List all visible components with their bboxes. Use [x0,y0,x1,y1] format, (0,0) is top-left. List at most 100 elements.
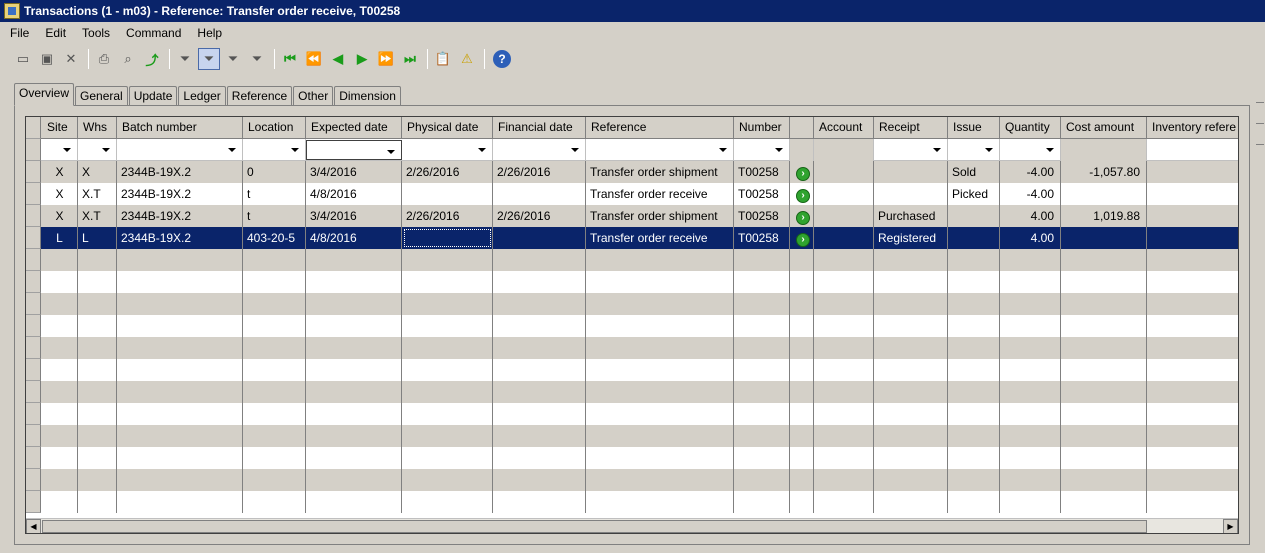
cell-site[interactable] [42,337,78,359]
cell-issue[interactable] [948,359,1000,381]
column-header-number[interactable]: Number [734,117,790,139]
cell-inventory-refere[interactable] [1147,447,1238,469]
cell-physical-date[interactable] [402,227,493,249]
cell-cost-amount[interactable] [1061,447,1147,469]
cell-expected-date[interactable] [306,403,402,425]
cell-site[interactable] [42,315,78,337]
cell-financial-date[interactable] [493,381,586,403]
cell-financial-date[interactable] [493,425,586,447]
cell-cost-amount[interactable] [1061,381,1147,403]
cell-location[interactable] [243,249,306,271]
cell-whs[interactable] [78,359,117,381]
filter-whs[interactable] [78,139,117,161]
cell-physical-date[interactable] [402,359,493,381]
menu-edit[interactable]: Edit [45,26,66,40]
cell-number[interactable] [734,447,790,469]
cell-site[interactable] [42,447,78,469]
cell-location[interactable] [243,425,306,447]
filter-physical-date[interactable] [402,139,493,161]
cell-receipt[interactable] [874,161,948,183]
cell-cost-amount[interactable]: 1,019.88 [1061,205,1147,227]
scroll-left-icon[interactable]: ◀ [26,519,41,533]
cell-goto[interactable] [790,447,814,469]
cell-reference[interactable] [586,337,734,359]
cell-number[interactable] [734,425,790,447]
cell-physical-date[interactable] [402,447,493,469]
row-selector[interactable] [26,315,41,337]
cell-account[interactable] [814,403,874,425]
cell-goto[interactable] [790,271,814,293]
cell-physical-date[interactable] [402,425,493,447]
cell-receipt[interactable] [874,249,948,271]
menu-help[interactable]: Help [197,26,222,40]
column-header-physical-date[interactable]: Physical date [402,117,493,139]
cell-account[interactable] [814,249,874,271]
tab-dimension[interactable]: Dimension [334,86,401,106]
menu-file[interactable]: File [10,26,29,40]
filter-reference[interactable] [586,139,734,161]
cell-reference[interactable]: Transfer order shipment [586,205,734,227]
cell-location[interactable] [243,469,306,491]
cell-quantity[interactable] [1000,249,1061,271]
menu-command[interactable]: Command [126,26,181,40]
cell-inventory-refere[interactable] [1147,359,1238,381]
cell-site[interactable] [42,469,78,491]
filter-receipt[interactable] [874,139,948,161]
chevron-down-icon[interactable] [63,148,71,152]
tab-reference[interactable]: Reference [226,86,293,106]
cell-site[interactable] [42,491,78,513]
cell-cost-amount[interactable] [1061,293,1147,315]
cell-number[interactable] [734,315,790,337]
cell-reference[interactable]: Transfer order shipment [586,161,734,183]
cell-receipt[interactable] [874,271,948,293]
cell-site[interactable]: X [42,205,78,227]
cell-reference[interactable] [586,359,734,381]
cell-inventory-refere[interactable] [1147,491,1238,513]
cell-batch-number[interactable] [117,381,243,403]
cell-financial-date[interactable] [493,271,586,293]
cell-whs[interactable] [78,403,117,425]
column-header-whs[interactable]: Whs [78,117,117,139]
cell-number[interactable]: T00258 [734,183,790,205]
cell-issue[interactable]: Picked [948,183,1000,205]
cell-batch-number[interactable] [117,425,243,447]
cell-number[interactable] [734,271,790,293]
next-record-icon[interactable]: ▶ [351,48,373,70]
empty-row[interactable] [26,359,1238,381]
cell-number[interactable]: T00258 [734,227,790,249]
cell-financial-date[interactable] [493,183,586,205]
cell-location[interactable]: 403-20-5 [243,227,306,249]
cell-expected-date[interactable] [306,271,402,293]
chevron-down-icon[interactable] [775,148,783,152]
filter-number[interactable] [734,139,790,161]
tab-other[interactable]: Other [293,86,334,106]
print-preview-icon[interactable]: ⌕ [117,48,139,70]
cell-goto[interactable]: › [790,227,814,249]
cell-physical-date[interactable]: 2/26/2016 [402,161,493,183]
cell-batch-number[interactable] [117,271,243,293]
header-selector[interactable] [26,117,41,139]
cell-goto[interactable]: › [790,183,814,205]
row-selector[interactable] [26,447,41,469]
cell-site[interactable] [42,359,78,381]
go-to-main-table-icon[interactable]: › [796,211,810,225]
column-header-issue[interactable]: Issue [948,117,1000,139]
cell-issue[interactable] [948,469,1000,491]
column-header-cost-amount[interactable]: Cost amount [1061,117,1147,139]
cell-issue[interactable] [948,381,1000,403]
filter-quantity[interactable] [1000,139,1061,161]
column-header-location[interactable]: Location [243,117,306,139]
filter-expected-date[interactable] [306,140,402,160]
cell-expected-date[interactable]: 3/4/2016 [306,161,402,183]
cell-goto[interactable] [790,403,814,425]
cell-physical-date[interactable] [402,183,493,205]
cell-issue[interactable] [948,315,1000,337]
cell-issue[interactable] [948,249,1000,271]
cell-location[interactable] [243,381,306,403]
scroll-thumb[interactable] [42,520,1147,533]
cell-cost-amount[interactable] [1061,249,1147,271]
cell-location[interactable]: 0 [243,161,306,183]
cell-quantity[interactable] [1000,337,1061,359]
last-record-icon[interactable]: ⏭ [399,48,421,70]
cell-quantity[interactable] [1000,359,1061,381]
